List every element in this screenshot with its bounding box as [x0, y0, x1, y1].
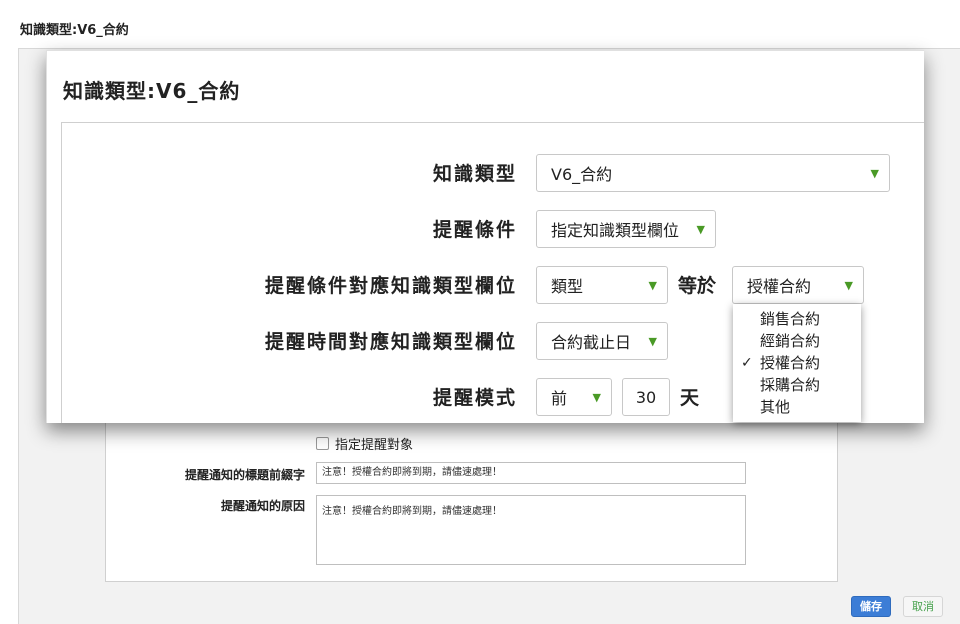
- subject-prefix-input[interactable]: 注意！授權合約即將到期，請儘速處理！: [316, 462, 746, 484]
- save-button[interactable]: 儲存: [851, 596, 891, 617]
- time-field-select[interactable]: 合約截止日 ▼: [536, 322, 668, 360]
- knowledge-type-label: 知識類型: [432, 163, 517, 185]
- caret-down-icon: ▼: [844, 278, 853, 292]
- specify-target-label: 指定提醒對象: [335, 438, 414, 453]
- caret-down-icon: ▼: [696, 222, 705, 236]
- mode-label: 提醒模式: [432, 387, 517, 409]
- specify-target-checkbox[interactable]: [316, 437, 329, 450]
- days-input[interactable]: 30: [622, 378, 670, 416]
- dropdown-option-selected[interactable]: ✓ 授權合約: [733, 352, 861, 374]
- reason-label: 提醒通知的原因: [220, 499, 305, 513]
- dropdown-option[interactable]: 其他: [733, 396, 861, 418]
- condition-field-label: 提醒條件對應知識類型欄位: [264, 275, 517, 297]
- cancel-button[interactable]: 取消: [903, 596, 943, 617]
- mode-select[interactable]: 前 ▼: [536, 378, 612, 416]
- condition-select[interactable]: 指定知識類型欄位 ▼: [536, 210, 716, 248]
- knowledge-type-select[interactable]: V6_合約 ▼: [536, 154, 890, 192]
- caret-down-icon: ▼: [870, 166, 879, 180]
- caret-down-icon: ▼: [592, 390, 601, 404]
- page-title: 知識類型:V6_合約: [20, 23, 129, 38]
- checkmark-icon: ✓: [741, 355, 753, 371]
- zoom-title: 知識類型:V6_合約: [63, 79, 241, 103]
- condition-value: 指定知識類型欄位: [551, 221, 680, 240]
- condition-field-value: 類型: [551, 277, 584, 296]
- condition-field-select[interactable]: 類型 ▼: [536, 266, 668, 304]
- dropdown-option[interactable]: 經銷合約: [733, 330, 861, 352]
- mode-value: 前: [551, 389, 568, 408]
- equals-value-select[interactable]: 授權合約 ▼: [732, 266, 864, 304]
- caret-down-icon: ▼: [648, 278, 657, 292]
- knowledge-type-value: V6_合約: [551, 165, 613, 184]
- time-field-value: 合約截止日: [551, 333, 632, 352]
- equals-value-dropdown: 銷售合約 經銷合約 ✓ 授權合約 採購合約 其他: [733, 304, 861, 422]
- dropdown-option[interactable]: 銷售合約: [733, 308, 861, 330]
- time-field-label: 提醒時間對應知識類型欄位: [264, 331, 517, 353]
- days-unit: 天: [680, 387, 700, 409]
- dropdown-option[interactable]: 採購合約: [733, 374, 861, 396]
- condition-label: 提醒條件: [432, 219, 517, 241]
- subject-prefix-label: 提醒通知的標題前綴字: [184, 468, 305, 482]
- equals-value: 授權合約: [747, 277, 812, 296]
- reason-textarea[interactable]: 注意！授權合約即將到期，請儘速處理！: [316, 495, 746, 565]
- equals-label: 等於: [678, 275, 717, 297]
- caret-down-icon: ▼: [648, 334, 657, 348]
